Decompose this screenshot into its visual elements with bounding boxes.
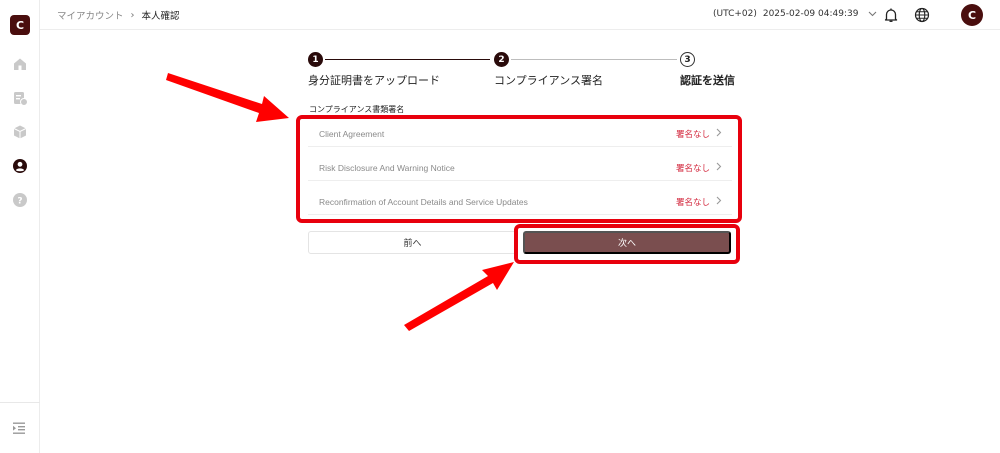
annotation-arrows (166, 73, 514, 331)
arrow-to-documents (166, 73, 289, 122)
arrow-to-next-button (404, 262, 514, 331)
